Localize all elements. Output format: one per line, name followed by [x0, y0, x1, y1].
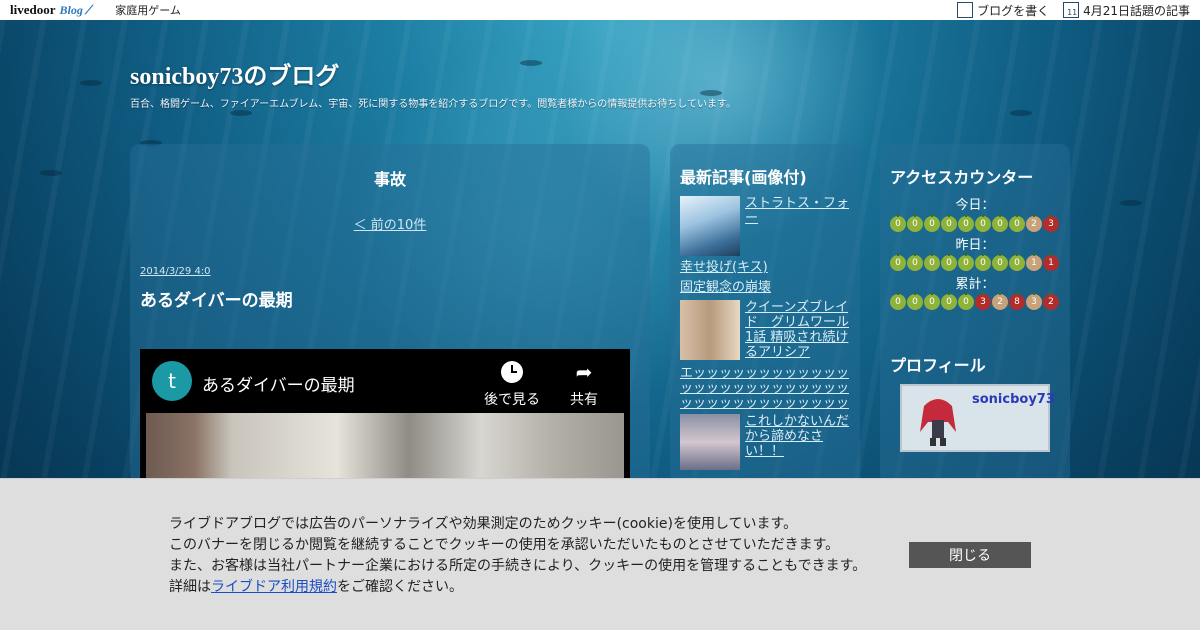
counter-digit: 0	[890, 214, 906, 232]
today-counter: 0000000023	[890, 214, 1059, 232]
category-link[interactable]: 家庭用ゲーム	[115, 2, 181, 18]
counter-digit: 0	[992, 214, 1008, 232]
total-label: 累計：	[955, 277, 995, 292]
fish-decoration	[520, 60, 542, 66]
cookie-message: ライブドアブログでは広告のパーソナライズや効果測定のためクッキー(cookie)…	[169, 516, 867, 595]
counter-digit: 0	[941, 253, 957, 271]
access-counter-title: アクセスカウンター	[890, 168, 1034, 187]
counter-digit: 2	[992, 292, 1008, 310]
fish-decoration	[80, 80, 102, 86]
counter-digit: 0	[907, 253, 923, 271]
youtube-embed[interactable]: t あるダイバーの最期 後で見る ➦ 共有	[140, 349, 630, 484]
counter-digit: 0	[907, 214, 923, 232]
counter-digit: 0	[924, 292, 940, 310]
prev-10-link[interactable]: ＜ 前の10件	[130, 214, 650, 233]
video-title[interactable]: あるダイバーの最期	[202, 371, 355, 396]
counter-digit: 8	[1009, 292, 1025, 310]
video-thumbnail[interactable]	[146, 413, 624, 484]
article-link[interactable]: エッッッッッッッッッッッッッッッッッッッッッッッッッッッッッッッッッッッッッッッ	[680, 366, 852, 411]
counter-digit: 0	[958, 253, 974, 271]
counter-digit: 0	[975, 253, 991, 271]
counter-digit: 0	[890, 253, 906, 271]
share-icon: ➦	[575, 360, 593, 384]
counter-digit: 0	[907, 292, 923, 310]
article-link[interactable]: ストラトス・フォー	[745, 196, 853, 226]
counter-digit: 0	[890, 292, 906, 310]
fish-decoration	[1120, 200, 1142, 206]
article-thumbnail[interactable]	[680, 196, 740, 256]
counter-panel: アクセスカウンター 今日： 0000000023 昨日： 0000000011 …	[880, 144, 1070, 484]
profile-name[interactable]: sonicboy73	[972, 392, 1055, 407]
article-link[interactable]: これしかないんだから諦めなさい！！	[745, 414, 853, 459]
counter-digit: 0	[992, 253, 1008, 271]
blog-description: 百合、格闘ゲーム、ファイアーエムブレム、宇宙、死に関する物事を紹介するブログです…	[130, 99, 736, 110]
recent-articles-title: 最新記事(画像付)	[680, 168, 807, 187]
counter-digit: 0	[941, 292, 957, 310]
counter-digit: 2	[1026, 214, 1042, 232]
counter-digit: 0	[1009, 214, 1025, 232]
yesterday-label: 昨日：	[955, 238, 995, 253]
today-label: 今日：	[955, 198, 995, 213]
profile-title: プロフィール	[890, 356, 986, 375]
article-link[interactable]: クイーンズブレイド グリムワール1話 精吸され続けるアリシア	[745, 300, 853, 360]
post-date[interactable]: 2014/3/29 4:0	[140, 266, 211, 277]
counter-digit: 3	[1026, 292, 1042, 310]
counter-digit: 0	[958, 292, 974, 310]
article-thumbnail[interactable]	[680, 414, 740, 470]
watch-later-button[interactable]: 後で見る	[484, 361, 540, 409]
fish-decoration	[230, 110, 252, 116]
counter-digit: 1	[1026, 253, 1042, 271]
yesterday-counter: 0000000011	[890, 253, 1059, 271]
counter-digit: 3	[975, 292, 991, 310]
write-blog-link[interactable]: ブログを書く	[957, 2, 1049, 19]
counter-digit: 0	[924, 253, 940, 271]
fish-decoration	[40, 170, 62, 176]
close-banner-button[interactable]: 閉じる	[909, 542, 1031, 568]
blog-title[interactable]: sonicboy73のブログ	[130, 56, 339, 91]
terms-link[interactable]: ライブドア利用規約	[211, 579, 337, 595]
main-article-panel: 事故 ＜ 前の10件 2014/3/29 4:0 あるダイバーの最期 t あるダ…	[130, 144, 650, 484]
post-title[interactable]: あるダイバーの最期	[140, 286, 293, 311]
calendar-icon: 11	[1063, 2, 1080, 18]
counter-digit: 0	[1009, 253, 1025, 271]
category-title: 事故	[373, 170, 406, 189]
bird-icon: ⟋	[84, 3, 94, 17]
counter-digit: 0	[958, 214, 974, 232]
clock-icon	[501, 361, 523, 383]
livedoor-logo[interactable]: livedoor Blog ⟋	[10, 2, 93, 18]
counter-digit: 3	[1043, 214, 1059, 232]
cookie-consent-banner: ライブドアブログでは広告のパーソナライズや効果測定のためクッキー(cookie)…	[0, 478, 1200, 630]
fish-decoration	[1010, 110, 1032, 116]
livedoor-topbar: livedoor Blog ⟋ 家庭用ゲーム ブログを書く 11 4月21日話題の記…	[0, 0, 1200, 20]
trending-articles-link[interactable]: 11 4月21日話題の記事	[1063, 2, 1190, 19]
pencil-icon	[957, 2, 974, 18]
counter-digit: 1	[1043, 253, 1059, 271]
article-link[interactable]: 幸せ投げ(キス)	[680, 260, 768, 275]
recent-articles-panel: 最新記事(画像付) ストラトス・フォー 幸せ投げ(キス) 固定観念の崩壊 クイー…	[670, 144, 860, 484]
counter-digit: 2	[1043, 292, 1059, 310]
article-link[interactable]: 固定観念の崩壊	[680, 280, 771, 295]
counter-digit: 0	[924, 214, 940, 232]
share-button[interactable]: ➦ 共有	[570, 361, 598, 409]
channel-avatar[interactable]: t	[152, 361, 192, 401]
profile-card[interactable]: sonicboy73	[900, 384, 1055, 452]
total-counter: 0000032832	[890, 292, 1059, 310]
article-thumbnail[interactable]	[680, 300, 740, 360]
counter-digit: 0	[975, 214, 991, 232]
counter-digit: 0	[941, 214, 957, 232]
profile-avatar[interactable]	[910, 392, 966, 448]
